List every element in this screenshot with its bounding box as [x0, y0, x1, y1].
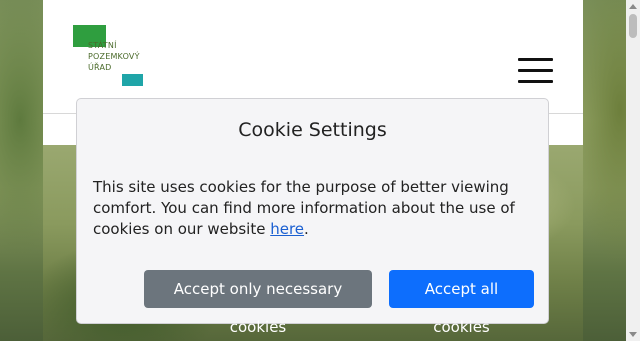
logo-line-2: POZEMKOVÝ	[88, 52, 140, 61]
scrollbar[interactable]	[626, 0, 640, 341]
scroll-up-icon[interactable]	[629, 4, 637, 9]
scroll-down-icon[interactable]	[629, 332, 637, 337]
dialog-title: Cookie Settings	[238, 119, 387, 141]
accept-all-cookies-button[interactable]: Accept all cookies	[389, 270, 534, 336]
logo-text: STÁTNÍ POZEMKOVÝ ÚŘAD	[88, 40, 140, 73]
hamburger-menu-icon[interactable]	[518, 58, 553, 84]
cookie-settings-dialog: Cookie Settings This site uses cookies f…	[76, 98, 549, 336]
dialog-message: This site uses cookies for the purpose o…	[93, 177, 533, 240]
logo-line-3: ÚŘAD	[88, 63, 112, 72]
logo-teal-block	[122, 74, 143, 86]
site-header: STÁTNÍ POZEMKOVÝ ÚŘAD	[43, 0, 583, 114]
scrollbar-thumb[interactable]	[629, 14, 637, 38]
site-logo[interactable]: STÁTNÍ POZEMKOVÝ ÚŘAD	[73, 25, 145, 87]
accept-necessary-cookies-button[interactable]: Accept only necessary cookies	[144, 270, 372, 336]
logo-line-1: STÁTNÍ	[88, 41, 117, 50]
message-end: .	[304, 220, 309, 238]
more-info-link[interactable]: here	[270, 220, 304, 238]
